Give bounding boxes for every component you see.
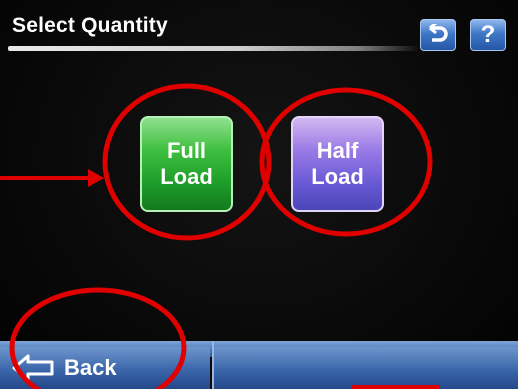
half-load-line1: Half — [316, 138, 359, 163]
return-button[interactable] — [420, 19, 456, 51]
touchscreen: Select Quantity ? Full Load Half Load Ba… — [0, 0, 518, 389]
footer-empty-area — [214, 347, 518, 389]
footer-divider — [212, 341, 214, 389]
full-load-line1: Full — [166, 138, 207, 163]
help-label: ? — [480, 21, 496, 48]
half-load-button[interactable]: Half Load — [291, 116, 384, 212]
back-button[interactable]: Back — [0, 347, 210, 389]
page-title: Select Quantity — [12, 14, 168, 37]
back-arrow-icon — [12, 354, 54, 382]
help-button[interactable]: ? — [470, 19, 506, 51]
header-divider — [8, 46, 420, 51]
full-load-button[interactable]: Full Load — [140, 116, 233, 212]
full-load-line2: Load — [160, 164, 213, 189]
footer-bar: Back — [0, 341, 518, 389]
half-load-line2: Load — [311, 164, 364, 189]
back-label: Back — [64, 355, 117, 380]
return-arrow-icon — [429, 24, 448, 42]
